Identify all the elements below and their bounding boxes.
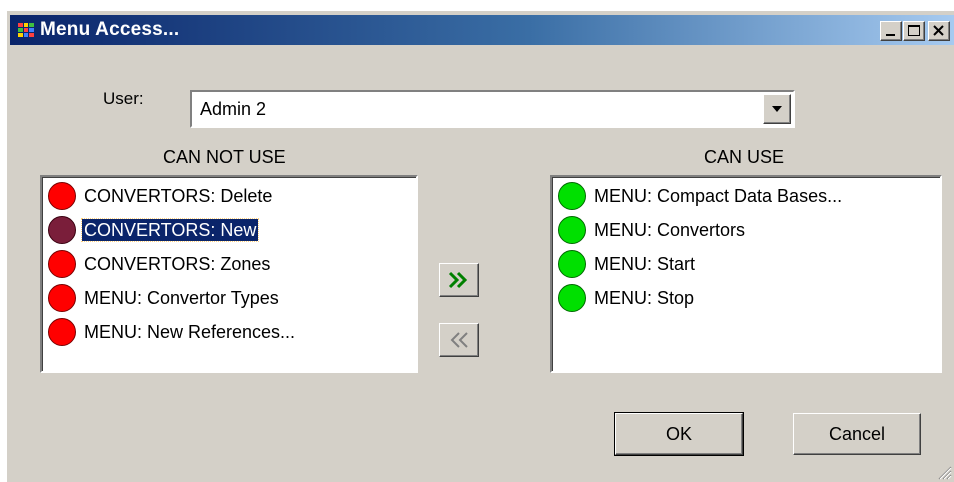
list-item-label: MENU: Stop [594,288,695,308]
close-button[interactable] [928,21,950,41]
list-item-label: CONVERTORS: Delete [84,186,273,206]
close-icon [933,25,944,36]
can-use-list[interactable]: MENU: Compact Data Bases... MENU: Convert… [550,175,942,373]
green-dot-icon [558,182,586,210]
red-dot-icon [48,182,76,210]
list-item[interactable]: MENU: Stop [556,281,940,315]
list-item-label: CONVERTORS: New [80,218,260,242]
list-item[interactable]: MENU: Convertor Types [46,281,416,315]
user-select-value: Admin 2 [200,99,267,119]
move-to-can-use-button[interactable] [439,263,479,297]
list-item[interactable]: CONVERTORS: Delete [46,179,416,213]
red-dot-icon [48,216,76,244]
list-item[interactable]: MENU: Convertors [556,213,940,247]
maximize-icon [908,25,920,36]
double-chevron-right-icon [448,271,468,289]
cancel-button[interactable]: Cancel [793,413,921,455]
chevron-down-icon [772,106,782,112]
list-item[interactable]: CONVERTORS: Zones [46,247,416,281]
red-dot-icon [48,318,76,346]
move-to-can-not-use-button[interactable] [439,323,479,357]
list-item[interactable]: CONVERTORS: New [46,213,416,247]
list-item-label: MENU: Start [594,254,696,274]
can-not-use-header: CAN NOT USE [163,147,286,167]
can-use-header: CAN USE [704,147,785,167]
app-icon [18,23,34,37]
title-bar[interactable]: Menu Access... [10,15,954,45]
minimize-icon [886,34,895,36]
list-item-label: MENU: Compact Data Bases... [594,186,843,206]
menu-access-dialog: Menu Access... User: Admin 2 CAN NOT USE… [6,10,954,482]
user-dropdown-button[interactable] [763,94,791,124]
minimize-button[interactable] [880,21,902,41]
green-dot-icon [558,250,586,278]
list-item[interactable]: MENU: New References... [46,315,416,349]
user-select[interactable]: Admin 2 [190,90,795,128]
resize-grip-icon[interactable] [936,464,952,480]
red-dot-icon [48,284,76,312]
green-dot-icon [558,216,586,244]
list-item-label: MENU: New References... [84,322,296,342]
window-title: Menu Access... [40,19,180,40]
list-item-label: MENU: Convertor Types [84,288,279,308]
user-label: User: [103,89,144,108]
green-dot-icon [558,284,586,312]
ok-button[interactable]: OK [614,412,744,456]
red-dot-icon [48,250,76,278]
double-chevron-left-icon [450,332,468,348]
list-item[interactable]: MENU: Compact Data Bases... [556,179,940,213]
list-item-label: CONVERTORS: Zones [84,254,271,274]
maximize-button[interactable] [903,21,925,41]
list-item[interactable]: MENU: Start [556,247,940,281]
can-not-use-list[interactable]: CONVERTORS: Delete CONVERTORS: New CONVERT… [40,175,418,373]
list-item-label: MENU: Convertors [594,220,746,240]
